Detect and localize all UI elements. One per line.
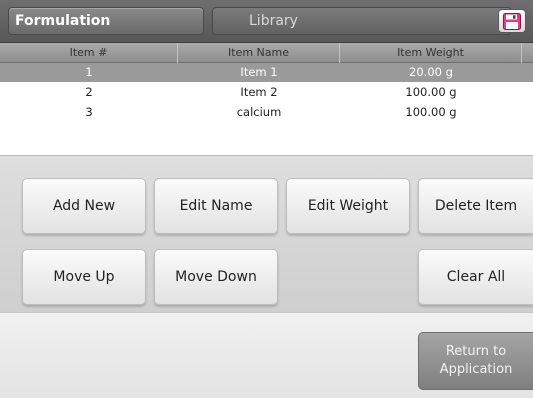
save-button[interactable] [498, 9, 526, 33]
tab-library[interactable]: Library [212, 7, 512, 35]
table-header: Item # Item Name Item Weight [0, 43, 533, 63]
clear-all-button[interactable]: Clear All [418, 249, 533, 305]
return-to-application-button[interactable]: Return to Application [418, 332, 533, 390]
item-number-cell: 2 [85, 85, 93, 99]
delete-item-button[interactable]: Delete Item [418, 178, 533, 234]
footer-bar: Return to Application [0, 312, 533, 398]
edit-name-button[interactable]: Edit Name [154, 178, 278, 234]
move-up-button[interactable]: Move Up [22, 249, 146, 305]
column-header-item-name: Item Name [178, 43, 340, 63]
item-weight-cell: 100.00 g [405, 105, 457, 119]
tab-formulation[interactable]: Formulation [8, 7, 204, 35]
header-bar: Formulation Library [0, 0, 533, 43]
return-label-line1: Return to [445, 344, 507, 359]
add-new-button[interactable]: Add New [22, 178, 146, 234]
item-number-cell: 3 [85, 105, 93, 119]
item-number-cell: 1 [85, 65, 93, 79]
table-row[interactable]: 3 calcium 100.00 g [0, 103, 533, 122]
item-table: Item # Item Name Item Weight 1 Item 1 20… [0, 43, 533, 155]
item-name-cell: Item 1 [240, 65, 278, 79]
item-weight-cell: 100.00 g [405, 85, 457, 99]
item-weight-cell: 20.00 g [409, 65, 453, 79]
floppy-disk-icon [503, 12, 521, 30]
table-row[interactable]: 1 Item 1 20.00 g [0, 63, 533, 82]
action-button-panel: Add New Edit Name Edit Weight Delete Ite… [0, 155, 533, 312]
column-header-item-weight: Item Weight [340, 43, 522, 63]
item-name-cell: Item 2 [240, 85, 278, 99]
item-name-cell: calcium [236, 105, 282, 119]
column-header-item-number: Item # [0, 43, 178, 63]
table-row[interactable]: 2 Item 2 100.00 g [0, 83, 533, 102]
return-label-line2: Application [439, 362, 513, 377]
formulation-screen: Formulation Library Item # Item Name Ite… [0, 0, 533, 398]
edit-weight-button[interactable]: Edit Weight [286, 178, 410, 234]
move-down-button[interactable]: Move Down [154, 249, 278, 305]
